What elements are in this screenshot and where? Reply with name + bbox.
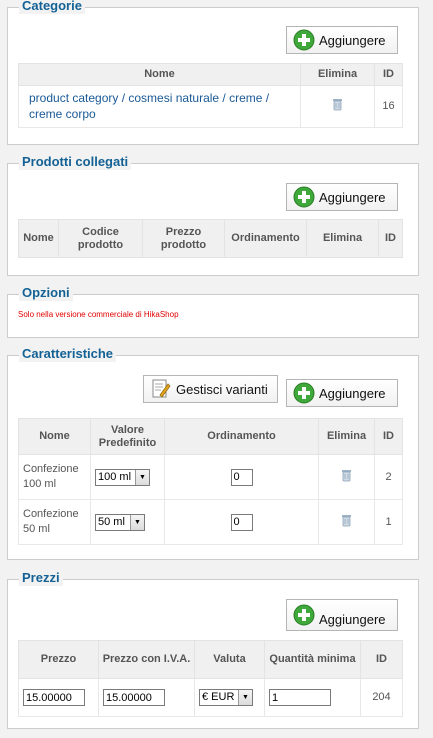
prodotti-add-label: Aggiungere — [319, 189, 386, 205]
prodotti-table: Nome Codice prodotto Prezzo prodotto Ord… — [18, 219, 403, 258]
col-nome: Nome — [18, 418, 91, 455]
col-nome: Nome — [18, 63, 301, 86]
trash-icon[interactable] — [340, 468, 353, 482]
prodotti-add-button[interactable]: Aggiungere — [286, 183, 398, 211]
default-value-selected: 50 ml — [98, 515, 125, 528]
col-quantita: Quantità minima — [264, 640, 361, 679]
categorie-legend: Categorie — [19, 0, 85, 14]
prodotti-legend: Prodotti collegati — [19, 154, 132, 170]
categorie-add-button[interactable]: Aggiungere — [286, 26, 398, 54]
table-row: € EUR ▼ 204 — [18, 678, 403, 717]
prezzi-add-label: Aggiungere — [319, 611, 386, 627]
price-input[interactable] — [23, 689, 85, 706]
variant-id: 1 — [374, 499, 403, 545]
min-quantity-input[interactable] — [269, 689, 331, 706]
variant-name: Confezione 100 ml — [18, 454, 91, 500]
variant-name: Confezione 50 ml — [18, 499, 91, 545]
green-plus-icon — [293, 29, 315, 51]
opzioni-panel: Opzioni Solo nella versione commerciale … — [7, 285, 419, 338]
col-id: ID — [374, 418, 403, 455]
price-vat-input[interactable] — [103, 689, 165, 706]
col-prezzo-iva: Prezzo con I.V.A. — [98, 640, 195, 679]
trash-icon[interactable] — [340, 513, 353, 527]
col-valuta: Valuta — [194, 640, 265, 679]
dropdown-arrow-icon: ▼ — [130, 514, 144, 530]
category-path-link[interactable]: product category / cosmesi naturale / cr… — [29, 91, 269, 121]
opzioni-legend: Opzioni — [19, 285, 73, 301]
col-id: ID — [378, 219, 403, 258]
col-codice: Codice prodotto — [58, 219, 143, 258]
green-plus-icon — [293, 382, 315, 404]
ordering-input[interactable] — [230, 468, 253, 486]
col-prezzo: Prezzo prodotto — [142, 219, 225, 258]
categorie-panel: Categorie Aggiungere Nome Elimina ID pro… — [7, 0, 419, 145]
green-plus-icon — [293, 604, 315, 626]
trash-icon[interactable] — [331, 97, 344, 111]
col-nome: Nome — [18, 219, 59, 258]
col-prezzo: Prezzo — [18, 640, 99, 679]
prezzi-legend: Prezzi — [19, 570, 63, 586]
table-row: Confezione 100 ml 100 ml ▼ 2 — [18, 454, 403, 500]
col-id: ID — [360, 640, 403, 679]
caratteristiche-panel: Caratteristiche Gestisci varianti Aggiun… — [7, 346, 419, 560]
col-valore: Valore Predefinito — [90, 418, 165, 455]
table-row: product category / cosmesi naturale / cr… — [18, 85, 403, 128]
manage-variants-button[interactable]: Gestisci varianti — [143, 375, 278, 403]
col-elimina: Elimina — [300, 63, 375, 86]
dropdown-arrow-icon: ▼ — [135, 469, 149, 485]
prodotti-panel: Prodotti collegati Aggiungere Nome Codic… — [7, 154, 419, 276]
table-row: Confezione 50 ml 50 ml ▼ 1 — [18, 499, 403, 545]
caratteristiche-table: Nome Valore Predefinito Ordinamento Elim… — [18, 418, 403, 545]
caratteristiche-add-button[interactable]: Aggiungere — [286, 379, 398, 407]
currency-selected: € EUR — [202, 691, 235, 703]
col-ordinamento: Ordinamento — [224, 219, 307, 258]
dropdown-arrow-icon: ▼ — [238, 690, 252, 705]
col-id: ID — [374, 63, 403, 86]
default-value-select[interactable]: 50 ml ▼ — [95, 513, 145, 531]
col-elimina: Elimina — [318, 418, 375, 455]
price-id: 204 — [360, 678, 403, 717]
ordering-input[interactable] — [230, 513, 253, 531]
prezzi-add-button[interactable]: Aggiungere — [286, 599, 398, 631]
categorie-table: Nome Elimina ID product category / cosme… — [18, 63, 403, 128]
col-ordinamento: Ordinamento — [164, 418, 319, 455]
manage-variants-label: Gestisci varianti — [176, 381, 268, 397]
default-value-select[interactable]: 100 ml ▼ — [95, 468, 150, 486]
caratteristiche-add-label: Aggiungere — [319, 385, 386, 401]
variant-id: 2 — [374, 454, 403, 500]
default-value-selected: 100 ml — [98, 470, 132, 483]
categorie-add-label: Aggiungere — [319, 32, 386, 48]
green-plus-icon — [293, 186, 315, 208]
caratteristiche-legend: Caratteristiche — [19, 346, 117, 362]
category-id: 16 — [374, 85, 403, 128]
opzioni-note: Solo nella versione commerciale di HikaS… — [18, 310, 179, 319]
prezzi-panel: Prezzi Aggiungere Prezzo Prezzo con I.V.… — [7, 570, 419, 729]
prezzi-table: Prezzo Prezzo con I.V.A. Valuta Quantità… — [18, 640, 403, 717]
col-elimina: Elimina — [306, 219, 379, 258]
currency-select[interactable]: € EUR ▼ — [199, 689, 253, 706]
edit-document-icon — [152, 379, 171, 398]
